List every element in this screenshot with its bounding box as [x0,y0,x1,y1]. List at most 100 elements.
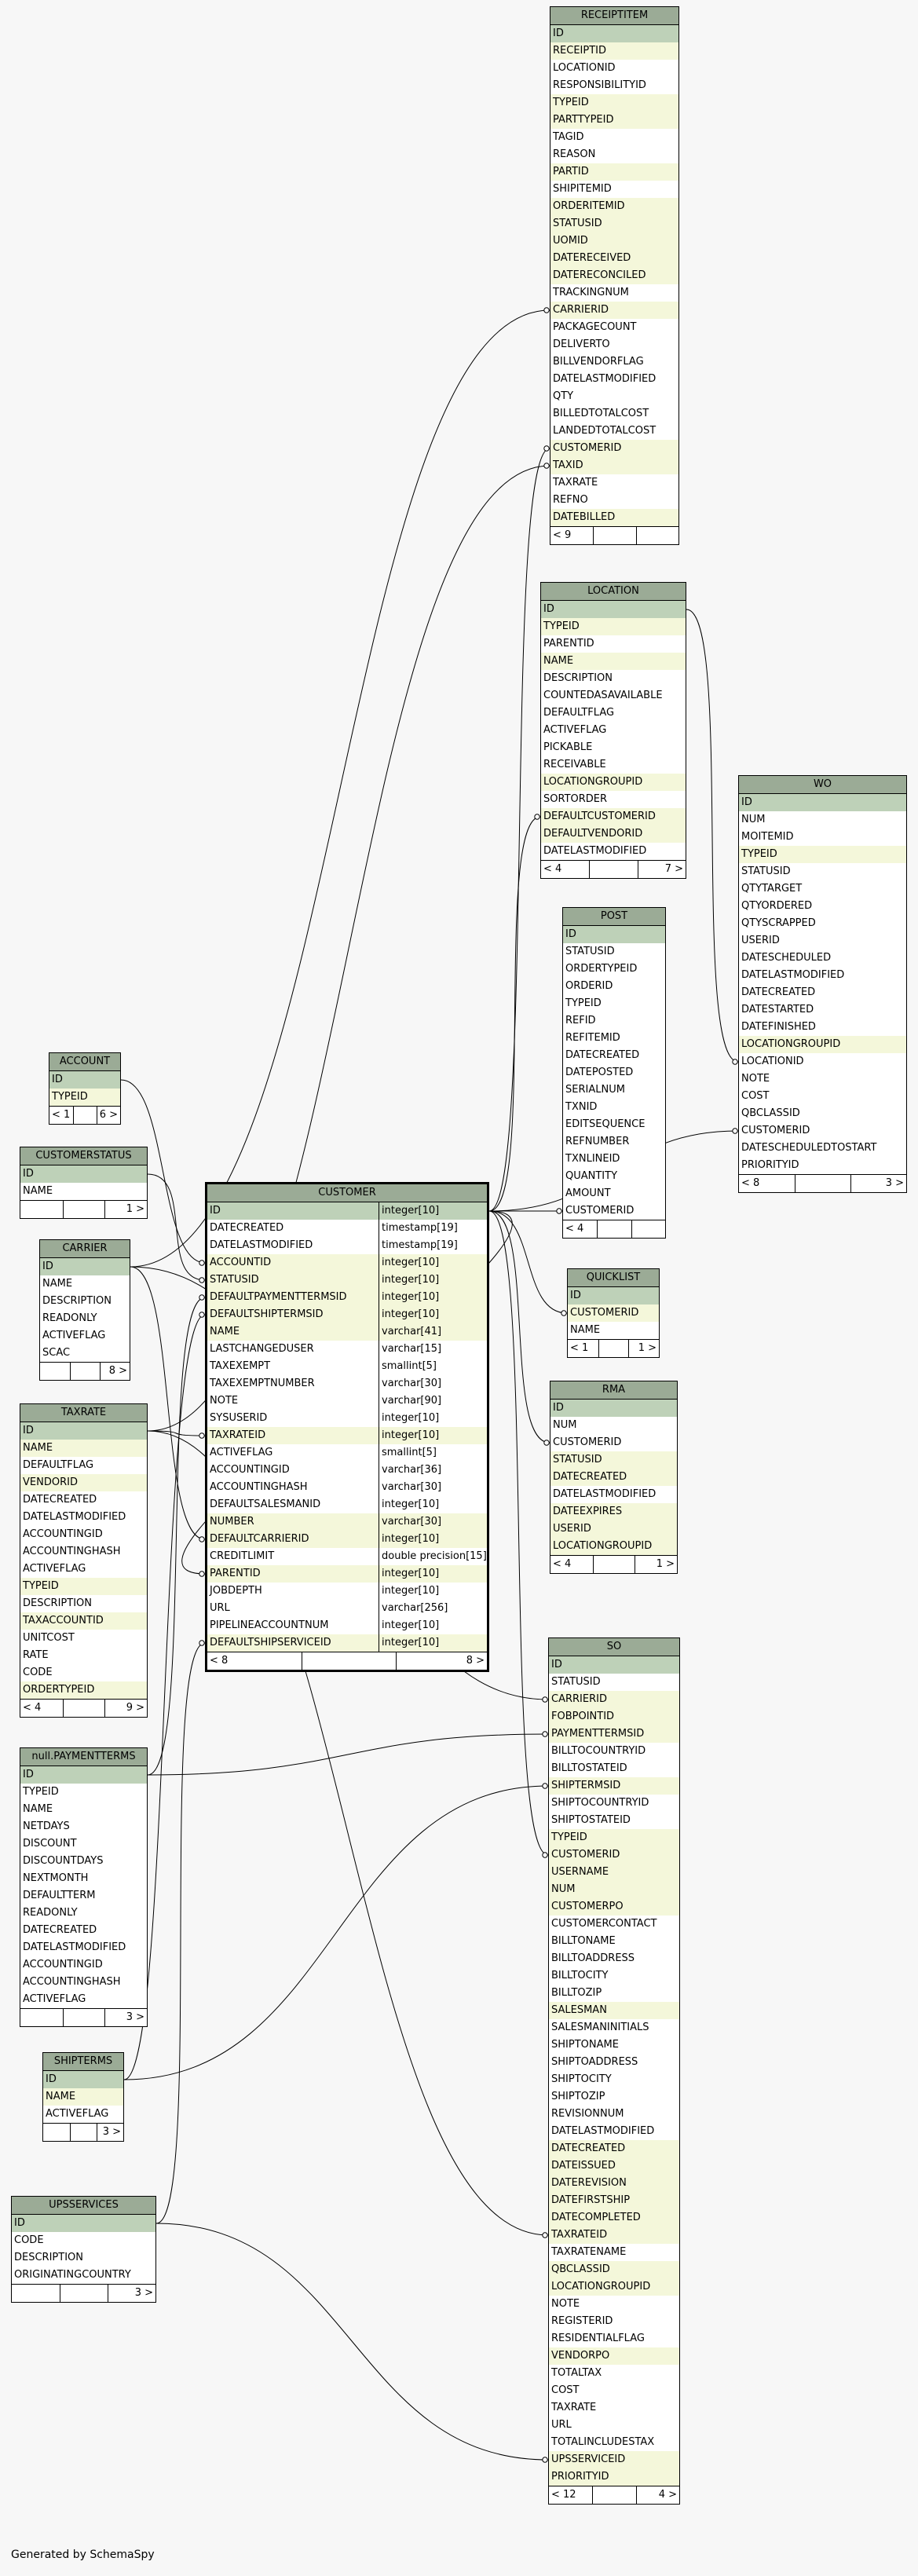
column-name: NUM [551,1883,576,1895]
column-name: LOCATIONGROUPID [551,2281,651,2292]
crowfoot-marker [199,1640,205,1646]
column-discountdays: DISCOUNTDAYS [20,1853,147,1870]
column-name: TAXRATE [553,477,598,488]
column-name: QBCLASSID [741,1107,800,1119]
column-datecreated: DATECREATED [563,1047,665,1064]
column-type: integer[10] [379,1496,439,1513]
column-defaultcarrierid: DEFAULTCARRIERID integer[10] [207,1531,487,1548]
column-accountinghash: ACCOUNTINGHASH varchar[30] [207,1479,487,1496]
column-name: TYPEID [543,620,580,632]
relationship-customer-defaultshipserviceid [155,1642,206,2224]
column-residentialflag: RESIDENTIALFLAG [549,2330,679,2347]
column-priorityid: PRIORITYID [739,1157,906,1174]
parent-count: < 8 [741,1177,760,1189]
column-name: NAME [46,2091,76,2102]
column-name: NEXTMONTH [23,1872,89,1884]
column-name: SALESMANINITIALS [551,2022,649,2033]
column-name: DATELASTMODIFIED [553,1488,656,1500]
column-name: BILLTOADDRESS [551,1952,635,1964]
column-id: ID [20,1422,147,1440]
column-locationid: LOCATIONID [550,60,678,77]
column-refno: REFNO [550,492,678,509]
column-id: ID [739,794,906,811]
column-activeflag: ACTIVEFLAG [40,1327,130,1345]
table-footer: < 8 8 > [207,1652,487,1670]
column-id: ID [563,926,665,943]
column-locationgroupid: LOCATIONGROUPID [549,2278,679,2296]
column-daterevision: DATEREVISION [549,2175,679,2192]
column-customercontact: CUSTOMERCONTACT [549,1916,679,1933]
column-name: DATECREATED [23,1924,97,1936]
column-customerid: CUSTOMERID [549,1846,679,1864]
column-pickable: PICKABLE [541,739,686,756]
table-wo[interactable]: WO ID NUM MOITEMID TYPEID STATUSID QTYTARGET QT… [738,775,907,1193]
table-account[interactable]: ACCOUNT ID TYPEID < 1 6 > [49,1052,121,1125]
column-name: DATESTARTED [741,1004,814,1015]
column-num: NUM [550,1417,677,1434]
table-title: QUICKLIST [568,1269,659,1287]
column-name: TAXEXEMPTNUMBER [210,1378,315,1389]
table-post[interactable]: POST ID STATUSID ORDERTYPEID ORDERID TYPEID RE… [562,907,666,1239]
table-footer: 3 > [43,2123,123,2141]
column-datelastmodified: DATELASTMODIFIED [20,1939,147,1956]
table-title: RMA [550,1381,677,1400]
column-taxaccountid: TAXACCOUNTID [20,1612,147,1630]
column-unitcost: UNITCOST [20,1630,147,1647]
column-name: COST [741,1090,770,1102]
column-name: RECEIVABLE [543,759,606,770]
column-datecreated: DATECREATED [549,2140,679,2157]
column-vendorid: VENDORID [20,1474,147,1491]
table-shipterms[interactable]: SHIPTERMS ID NAME ACTIVEFLAG 3 > [42,2052,124,2142]
table-taxrate[interactable]: TAXRATE ID NAME DEFAULTFLAG VENDORID DATECREA… [20,1403,148,1718]
column-type: varchar[30] [379,1375,441,1392]
table-so[interactable]: SO ID STATUSID CARRIERID FOBPOINTID PAYMENTTE… [548,1637,680,2505]
table-receiptitem[interactable]: RECEIPTITEM ID RECEIPTID LOCATIONID RESPONSI… [550,6,679,545]
column-datestarted: DATESTARTED [739,1001,906,1019]
child-count: 3 > [885,1177,904,1189]
column-name: DATEFINISHED [741,1021,816,1033]
column-id: ID [549,1656,679,1674]
table-upsservices[interactable]: UPSSERVICES ID CODE DESCRIPTION ORIGINATINGC… [11,2196,156,2303]
column-name: TYPEID [565,997,602,1009]
column-name: SHIPTOADDRESS [551,2056,638,2068]
column-datecreated: DATECREATED [20,1922,147,1939]
column-accountinghash: ACCOUNTINGHASH [20,1974,147,1991]
table-rma[interactable]: RMA ID NUM CUSTOMERID STATUSID DATECREATED DAT… [550,1381,678,1574]
column-name: BILLTOCITY [551,1970,609,1981]
child-count: 3 > [134,2287,153,2299]
table-title: ACCOUNT [49,1053,120,1071]
column-name: CUSTOMERCONTACT [551,1918,657,1930]
column-name: BILLTONAME [551,1935,616,1947]
table-customer[interactable]: CUSTOMER ID integer[10] DATECREATED timestam… [205,1182,489,1672]
table-title: CARRIER [40,1240,130,1258]
parent-count: < 4 [565,1223,584,1235]
column-datecreated: DATECREATED timestamp[19] [207,1220,487,1237]
column-customerid: CUSTOMERID [568,1304,659,1322]
table-location[interactable]: LOCATION ID TYPEID PARENTID NAME DESCRIPTION C… [540,582,686,879]
table-quicklist[interactable]: QUICKLIST ID CUSTOMERID NAME < 1 1 > [567,1268,660,1358]
column-name: NOTE [210,1395,239,1407]
column-dateexpires: DATEEXPIRES [550,1503,677,1520]
table-customerstatus[interactable]: CUSTOMERSTATUS ID NAME 1 > [20,1147,148,1219]
column-type: integer[10] [379,1583,439,1600]
column-name: DATELASTMODIFIED [210,1239,313,1251]
column-type: varchar[41] [379,1323,441,1341]
column-name: PRIORITYID [741,1159,799,1171]
column-name: NUM [741,814,766,825]
column-name: NUMBER [210,1516,254,1528]
table-carrier[interactable]: CARRIER ID NAME DESCRIPTION READONLY ACTIVEFL… [39,1239,130,1381]
footer-divider [396,1652,397,1670]
column-name: SCAC [42,1347,71,1359]
column-jobdepth: JOBDEPTH integer[10] [207,1583,487,1600]
column-name: QTYSCRAPPED [741,917,816,929]
table-null-paymentterms[interactable]: null.PAYMENTTERMS ID TYPEID NAME NETDAYS DISC… [20,1747,148,2027]
column-id: ID [43,2071,123,2088]
column-name: CREDITLIMIT [210,1550,275,1562]
column-accountid: ACCOUNTID integer[10] [207,1254,487,1272]
child-count: 1 > [126,1203,144,1215]
column-name: TRACKINGNUM [553,287,629,298]
column-name: DATEISSUED [551,2160,616,2172]
column-name: PARENTID [543,638,594,649]
column-datelastmodified: DATELASTMODIFIED [550,1486,677,1503]
column-name: SHIPTONAME [551,2039,619,2051]
